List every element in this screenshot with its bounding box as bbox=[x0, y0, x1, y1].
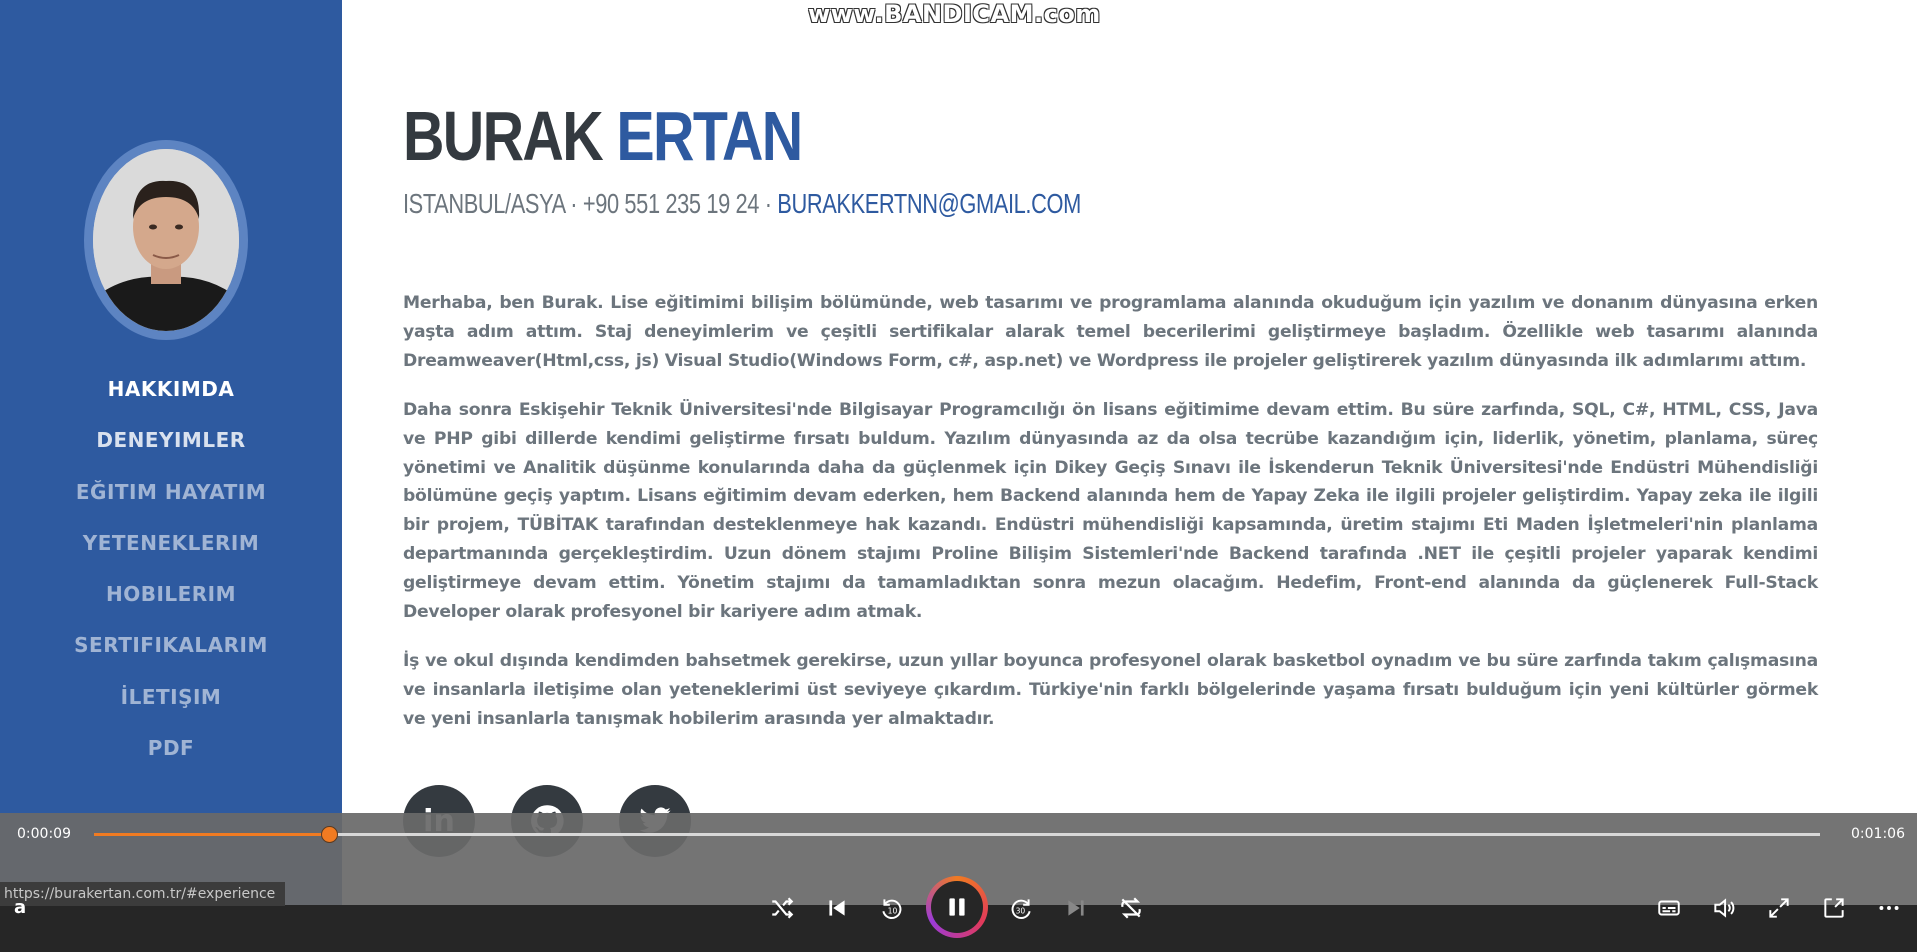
separator: · bbox=[570, 188, 578, 219]
nav-item-pdf[interactable]: PDF bbox=[0, 731, 342, 782]
rewind-10-icon[interactable]: 10 bbox=[874, 890, 910, 926]
about-paragraph-3: İş ve okul dışında kendimden bahsetmek g… bbox=[403, 651, 1818, 729]
nav-item-egitim-hayatim[interactable]: EĞITIM HAYATIM bbox=[0, 475, 342, 526]
location: ISTANBUL/ASYA bbox=[403, 188, 565, 219]
nav-item-sertifikalarim[interactable]: SERTIFIKALARIM bbox=[0, 628, 342, 679]
first-name: BURAK bbox=[403, 97, 604, 175]
key-hint: a bbox=[14, 897, 27, 918]
bandicam-watermark: www.BANDICAM.com bbox=[808, 0, 1101, 28]
page-title: BURAK ERTAN bbox=[403, 96, 803, 176]
repeat-off-icon[interactable] bbox=[1113, 890, 1149, 926]
avatar bbox=[93, 149, 239, 331]
about-paragraph-1: Merhaba, ben Burak. Lise eğitimimi biliş… bbox=[403, 293, 1818, 371]
seek-progress bbox=[94, 833, 329, 836]
more-options-icon[interactable] bbox=[1871, 890, 1907, 926]
miniplayer-icon[interactable] bbox=[1816, 890, 1852, 926]
volume-icon[interactable] bbox=[1706, 890, 1742, 926]
previous-track-icon[interactable] bbox=[819, 890, 855, 926]
nav-item-hakkimda[interactable]: HAKKIMDA bbox=[0, 372, 342, 423]
shuffle-icon[interactable] bbox=[764, 890, 800, 926]
svg-text:10: 10 bbox=[888, 906, 898, 915]
sidebar-nav: HAKKIMDA DENEYIMLER EĞITIM HAYATIM YETEN… bbox=[0, 372, 342, 782]
sidebar: HAKKIMDA DENEYIMLER EĞITIM HAYATIM YETEN… bbox=[0, 0, 342, 952]
about-paragraph-2: Daha sonra Eskişehir Teknik Üniversitesi… bbox=[403, 400, 1818, 622]
subtitles-icon[interactable] bbox=[1651, 890, 1687, 926]
current-time: 0:00:09 bbox=[17, 826, 71, 842]
svg-text:30: 30 bbox=[1016, 906, 1026, 915]
nav-item-yeteneklerim[interactable]: YETENEKLERIM bbox=[0, 526, 342, 577]
avatar-frame bbox=[84, 140, 248, 340]
nav-item-iletisim[interactable]: İLETIŞIM bbox=[0, 680, 342, 731]
next-track-icon[interactable] bbox=[1058, 890, 1094, 926]
last-name: ERTAN bbox=[616, 97, 803, 175]
fullscreen-icon[interactable] bbox=[1761, 890, 1797, 926]
contact-line: ISTANBUL/ASYA · +90 551 235 19 24 · BURA… bbox=[403, 186, 1081, 222]
phone: +90 551 235 19 24 bbox=[582, 188, 760, 219]
pause-button[interactable] bbox=[926, 876, 988, 938]
seek-bar[interactable] bbox=[94, 826, 1820, 843]
nav-item-hobilerim[interactable]: HOBILERIM bbox=[0, 577, 342, 628]
nav-item-deneyimler[interactable]: DENEYIMLER bbox=[0, 423, 342, 474]
seek-thumb[interactable] bbox=[320, 826, 338, 843]
total-time: 0:01:06 bbox=[1851, 826, 1905, 842]
link-status-tooltip: https://burakertan.com.tr/#experience bbox=[0, 882, 286, 906]
separator: · bbox=[764, 188, 772, 219]
email-link[interactable]: BURAKKERTNN@GMAIL.COM bbox=[777, 188, 1081, 219]
forward-30-icon[interactable]: 30 bbox=[1003, 890, 1039, 926]
pause-icon bbox=[931, 881, 983, 933]
